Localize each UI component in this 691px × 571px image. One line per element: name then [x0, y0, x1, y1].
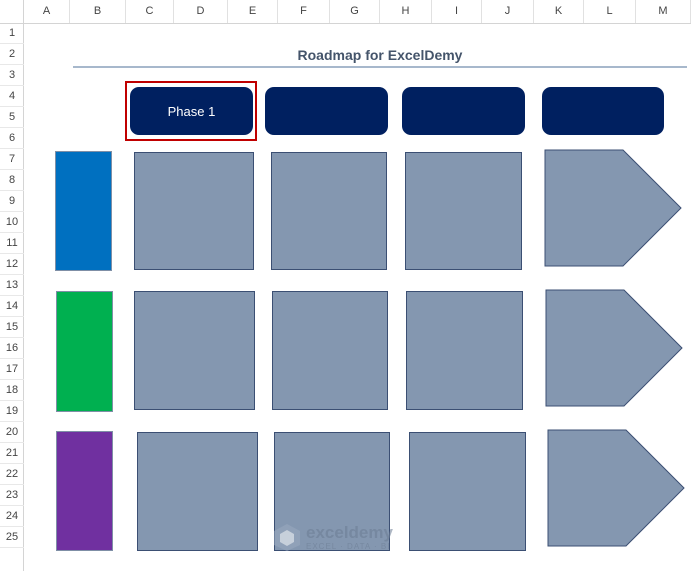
task-arrow-r3[interactable] — [547, 429, 687, 549]
task-box-r1-c2[interactable] — [271, 152, 387, 270]
title-underline — [73, 66, 687, 68]
exceldemy-watermark: exceldemy EXCEL · DATA · BI — [272, 522, 393, 552]
row-header-14[interactable]: 14 — [0, 296, 24, 317]
row-header-3[interactable]: 3 — [0, 65, 24, 86]
task-box-r3-c3[interactable] — [409, 432, 526, 551]
row-header-8[interactable]: 8 — [0, 170, 24, 191]
row-header-7[interactable]: 7 — [0, 149, 24, 170]
row-header-17[interactable]: 17 — [0, 359, 24, 380]
column-header-B[interactable]: B — [70, 0, 126, 23]
row-header-11[interactable]: 11 — [0, 233, 24, 254]
column-header-H[interactable]: H — [380, 0, 432, 23]
row-header-2[interactable]: 2 — [0, 44, 24, 65]
column-header-M[interactable]: M — [636, 0, 691, 23]
column-header-L[interactable]: L — [584, 0, 636, 23]
column-header-J[interactable]: J — [482, 0, 534, 23]
row-header-13[interactable]: 13 — [0, 275, 24, 296]
row-header-1[interactable]: 1 — [0, 23, 24, 44]
column-header-K[interactable]: K — [534, 0, 584, 23]
row-header-21[interactable]: 21 — [0, 443, 24, 464]
phase-2-header[interactable] — [265, 87, 388, 135]
row-header-20[interactable]: 20 — [0, 422, 24, 443]
column-header-D[interactable]: D — [174, 0, 228, 23]
task-box-r2-c2[interactable] — [272, 291, 388, 410]
row-header-22[interactable]: 22 — [0, 464, 24, 485]
row-header-9[interactable]: 9 — [0, 191, 24, 212]
row-header-12[interactable]: 12 — [0, 254, 24, 275]
task-arrow-r2[interactable] — [545, 289, 685, 409]
watermark-tagline: EXCEL · DATA · BI — [306, 541, 391, 551]
row-header-bar: 1 2 3 4 5 6 7 8 9 10 11 12 13 14 15 16 1… — [0, 23, 24, 571]
task-box-r1-c3[interactable] — [405, 152, 522, 270]
column-header-E[interactable]: E — [228, 0, 278, 23]
row-header-19[interactable]: 19 — [0, 401, 24, 422]
row-header-6[interactable]: 6 — [0, 128, 24, 149]
lane-3-bar[interactable] — [56, 431, 113, 551]
column-header-bar: A B C D E F G H I J K L M — [0, 0, 691, 24]
column-header-I[interactable]: I — [432, 0, 482, 23]
phase-3-header[interactable] — [402, 87, 525, 135]
task-arrow-r1[interactable] — [544, 149, 684, 269]
exceldemy-logo-icon — [274, 524, 300, 551]
lane-2-bar[interactable] — [56, 291, 113, 412]
column-header-C[interactable]: C — [126, 0, 174, 23]
selection-outline — [125, 81, 257, 141]
select-all-corner[interactable] — [0, 0, 24, 23]
row-header-5[interactable]: 5 — [0, 107, 24, 128]
row-header-25[interactable]: 25 — [0, 527, 24, 548]
task-box-r3-c1[interactable] — [137, 432, 258, 551]
row-header-23[interactable]: 23 — [0, 485, 24, 506]
phase-4-header[interactable] — [542, 87, 664, 135]
watermark-name: exceldemy — [306, 522, 393, 542]
row-header-10[interactable]: 10 — [0, 212, 24, 233]
task-box-r2-c1[interactable] — [134, 291, 255, 410]
row-header-15[interactable]: 15 — [0, 317, 24, 338]
task-box-r2-c3[interactable] — [406, 291, 523, 410]
task-box-r1-c1[interactable] — [134, 152, 254, 270]
roadmap-title: Roadmap for ExcelDemy — [297, 47, 463, 63]
row-header-24[interactable]: 24 — [0, 506, 24, 527]
column-header-G[interactable]: G — [330, 0, 380, 23]
column-header-F[interactable]: F — [278, 0, 330, 23]
row-header-4[interactable]: 4 — [0, 86, 24, 107]
lane-1-bar[interactable] — [55, 151, 112, 271]
row-header-16[interactable]: 16 — [0, 338, 24, 359]
column-header-A[interactable]: A — [24, 0, 70, 23]
row-header-18[interactable]: 18 — [0, 380, 24, 401]
